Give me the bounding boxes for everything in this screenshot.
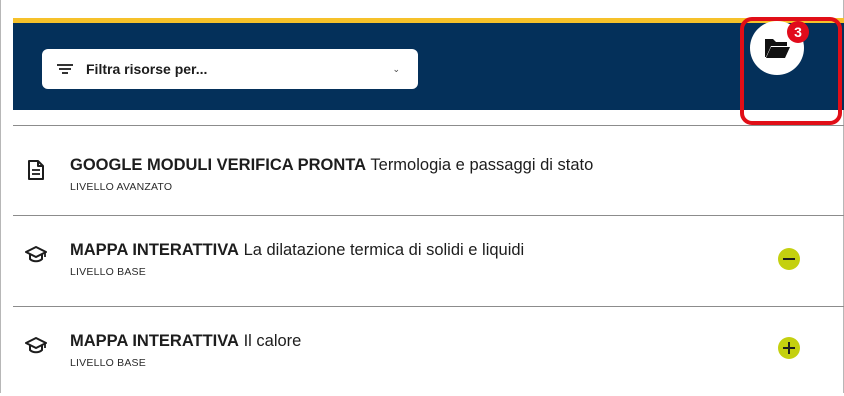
resource-name: La dilatazione termica di solidi e liqui…: [243, 241, 525, 259]
expand-button[interactable]: [778, 337, 800, 359]
resource-category: GOOGLE MODULI VERIFICA PRONTA: [70, 156, 367, 174]
plus-icon-vertical: [787, 342, 791, 354]
resource-title[interactable]: MAPPA INTERATTIVA La dilatazione termica…: [70, 241, 524, 260]
chevron-down-icon: ⌄: [392, 63, 400, 74]
graduation-cap-icon: [25, 337, 47, 354]
resource-level: LIVELLO AVANZATO: [70, 181, 173, 193]
resource-category: MAPPA INTERATTIVA: [70, 241, 239, 259]
resources-header: Filtra risorse per... ⌄: [13, 23, 844, 110]
list-item[interactable]: GOOGLE MODULI VERIFICA PRONTA Termologia…: [13, 125, 844, 215]
minus-icon: [783, 257, 795, 261]
resource-title[interactable]: MAPPA INTERATTIVA Il calore: [70, 332, 301, 351]
filter-label: Filtra risorse per...: [86, 61, 208, 77]
resource-title[interactable]: GOOGLE MODULI VERIFICA PRONTA Termologia…: [70, 156, 593, 175]
graduation-cap-icon: [25, 246, 47, 263]
document-icon: [28, 160, 44, 180]
resource-category: MAPPA INTERATTIVA: [70, 332, 239, 350]
resource-list: GOOGLE MODULI VERIFICA PRONTA Termologia…: [13, 125, 844, 396]
app-frame: Filtra risorse per... ⌄ 3 GOOGLE MODULI …: [0, 0, 844, 393]
notification-badge: 3: [787, 21, 809, 43]
list-item[interactable]: MAPPA INTERATTIVA Il calore LIVELLO BASE: [13, 306, 844, 396]
resource-name: Il calore: [243, 332, 302, 350]
folder-open-icon: [765, 39, 790, 58]
resource-level: LIVELLO BASE: [70, 357, 146, 369]
filter-lines-icon: [57, 63, 73, 75]
list-item[interactable]: MAPPA INTERATTIVA La dilatazione termica…: [13, 215, 844, 306]
resource-level: LIVELLO BASE: [70, 266, 146, 278]
collapse-button[interactable]: [778, 248, 800, 270]
filter-dropdown[interactable]: Filtra risorse per... ⌄: [42, 49, 418, 89]
resource-name: Termologia e passaggi di stato: [370, 156, 594, 174]
